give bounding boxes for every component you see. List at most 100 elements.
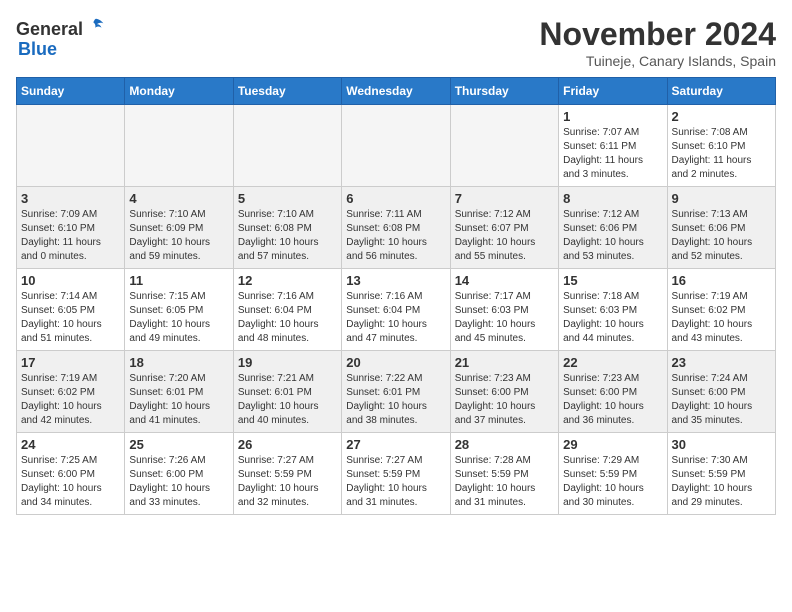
day-info: Sunrise: 7:08 AM Sunset: 6:10 PM Dayligh… <box>672 126 771 182</box>
day-info: Sunrise: 7:30 AM Sunset: 5:59 PM Dayligh… <box>672 454 771 510</box>
day-cell: 23 Sunrise: 7:24 AM Sunset: 6:00 PM Dayli… <box>667 351 775 433</box>
day-number: 4 <box>129 191 228 206</box>
day-cell: 18 Sunrise: 7:20 AM Sunset: 6:01 PM Dayli… <box>125 351 233 433</box>
day-info: Sunrise: 7:11 AM Sunset: 6:08 PM Dayligh… <box>346 208 445 264</box>
column-header-monday: Monday <box>125 78 233 105</box>
day-number: 2 <box>672 109 771 124</box>
logo-blue: Blue <box>18 39 57 60</box>
day-number: 19 <box>238 355 337 370</box>
week-row-2: 3 Sunrise: 7:09 AM Sunset: 6:10 PM Daylig… <box>17 187 776 269</box>
day-number: 5 <box>238 191 337 206</box>
day-cell: 9Sunrise: 7:13 AM Sunset: 6:06 PM Daylig… <box>667 187 775 269</box>
day-cell: 16Sunrise: 7:19 AM Sunset: 6:02 PM Dayli… <box>667 269 775 351</box>
day-cell: 28Sunrise: 7:28 AM Sunset: 5:59 PM Dayli… <box>450 433 558 515</box>
day-cell: 19 Sunrise: 7:21 AM Sunset: 6:01 PM Dayli… <box>233 351 341 433</box>
logo: General Blue <box>16 16 107 60</box>
day-info: Sunrise: 7:22 AM Sunset: 6:01 PM Dayligh… <box>346 372 445 428</box>
day-number: 1 <box>563 109 662 124</box>
day-info: Sunrise: 7:12 AM Sunset: 6:06 PM Dayligh… <box>563 208 662 264</box>
column-header-thursday: Thursday <box>450 78 558 105</box>
day-number: 24 <box>21 437 120 452</box>
day-cell: 4Sunrise: 7:10 AM Sunset: 6:09 PM Daylig… <box>125 187 233 269</box>
day-info: Sunrise: 7:25 AM Sunset: 6:00 PM Dayligh… <box>21 454 120 510</box>
day-number: 23 <box>672 355 771 370</box>
day-info: Sunrise: 7:19 AM Sunset: 6:02 PM Dayligh… <box>21 372 120 428</box>
day-number: 18 <box>129 355 228 370</box>
day-cell: 29Sunrise: 7:29 AM Sunset: 5:59 PM Dayli… <box>559 433 667 515</box>
day-cell: 24 Sunrise: 7:25 AM Sunset: 6:00 PM Dayli… <box>17 433 125 515</box>
day-number: 20 <box>346 355 445 370</box>
day-number: 17 <box>21 355 120 370</box>
day-info: Sunrise: 7:24 AM Sunset: 6:00 PM Dayligh… <box>672 372 771 428</box>
day-info: Sunrise: 7:15 AM Sunset: 6:05 PM Dayligh… <box>129 290 228 346</box>
day-number: 21 <box>455 355 554 370</box>
column-header-saturday: Saturday <box>667 78 775 105</box>
location: Tuineje, Canary Islands, Spain <box>539 53 776 69</box>
day-info: Sunrise: 7:23 AM Sunset: 6:00 PM Dayligh… <box>455 372 554 428</box>
day-cell <box>342 105 450 187</box>
page-header: General Blue November 2024 Tuineje, Cana… <box>16 16 776 69</box>
day-info: Sunrise: 7:19 AM Sunset: 6:02 PM Dayligh… <box>672 290 771 346</box>
day-cell: 2 Sunrise: 7:08 AM Sunset: 6:10 PM Daylig… <box>667 105 775 187</box>
week-row-3: 10Sunrise: 7:14 AM Sunset: 6:05 PM Dayli… <box>17 269 776 351</box>
month-title: November 2024 <box>539 16 776 53</box>
day-number: 9 <box>672 191 771 206</box>
day-cell <box>17 105 125 187</box>
day-info: Sunrise: 7:09 AM Sunset: 6:10 PM Dayligh… <box>21 208 120 264</box>
day-cell: 22 Sunrise: 7:23 AM Sunset: 6:00 PM Dayli… <box>559 351 667 433</box>
day-number: 3 <box>21 191 120 206</box>
day-cell: 6 Sunrise: 7:11 AM Sunset: 6:08 PM Daylig… <box>342 187 450 269</box>
day-info: Sunrise: 7:18 AM Sunset: 6:03 PM Dayligh… <box>563 290 662 346</box>
day-cell <box>125 105 233 187</box>
day-info: Sunrise: 7:23 AM Sunset: 6:00 PM Dayligh… <box>563 372 662 428</box>
day-info: Sunrise: 7:20 AM Sunset: 6:01 PM Dayligh… <box>129 372 228 428</box>
day-info: Sunrise: 7:14 AM Sunset: 6:05 PM Dayligh… <box>21 290 120 346</box>
day-info: Sunrise: 7:17 AM Sunset: 6:03 PM Dayligh… <box>455 290 554 346</box>
day-cell: 10Sunrise: 7:14 AM Sunset: 6:05 PM Dayli… <box>17 269 125 351</box>
day-cell: 13Sunrise: 7:16 AM Sunset: 6:04 PM Dayli… <box>342 269 450 351</box>
day-number: 14 <box>455 273 554 288</box>
day-cell: 25Sunrise: 7:26 AM Sunset: 6:00 PM Dayli… <box>125 433 233 515</box>
day-cell: 1Sunrise: 7:07 AM Sunset: 6:11 PM Daylig… <box>559 105 667 187</box>
column-header-sunday: Sunday <box>17 78 125 105</box>
day-info: Sunrise: 7:16 AM Sunset: 6:04 PM Dayligh… <box>346 290 445 346</box>
week-row-4: 17 Sunrise: 7:19 AM Sunset: 6:02 PM Dayli… <box>17 351 776 433</box>
day-info: Sunrise: 7:12 AM Sunset: 6:07 PM Dayligh… <box>455 208 554 264</box>
column-header-wednesday: Wednesday <box>342 78 450 105</box>
day-number: 26 <box>238 437 337 452</box>
day-cell: 21 Sunrise: 7:23 AM Sunset: 6:00 PM Dayli… <box>450 351 558 433</box>
week-row-5: 24 Sunrise: 7:25 AM Sunset: 6:00 PM Dayli… <box>17 433 776 515</box>
column-header-tuesday: Tuesday <box>233 78 341 105</box>
day-number: 11 <box>129 273 228 288</box>
day-cell: 15 Sunrise: 7:18 AM Sunset: 6:03 PM Dayli… <box>559 269 667 351</box>
day-number: 6 <box>346 191 445 206</box>
day-info: Sunrise: 7:27 AM Sunset: 5:59 PM Dayligh… <box>238 454 337 510</box>
day-cell: 27Sunrise: 7:27 AM Sunset: 5:59 PM Dayli… <box>342 433 450 515</box>
day-number: 12 <box>238 273 337 288</box>
day-cell: 12 Sunrise: 7:16 AM Sunset: 6:04 PM Dayli… <box>233 269 341 351</box>
day-info: Sunrise: 7:28 AM Sunset: 5:59 PM Dayligh… <box>455 454 554 510</box>
logo-general: General <box>16 19 83 40</box>
day-number: 25 <box>129 437 228 452</box>
day-number: 15 <box>563 273 662 288</box>
day-cell: 5Sunrise: 7:10 AM Sunset: 6:08 PM Daylig… <box>233 187 341 269</box>
day-number: 7 <box>455 191 554 206</box>
day-info: Sunrise: 7:21 AM Sunset: 6:01 PM Dayligh… <box>238 372 337 428</box>
day-cell: 20 Sunrise: 7:22 AM Sunset: 6:01 PM Dayli… <box>342 351 450 433</box>
day-cell: 3 Sunrise: 7:09 AM Sunset: 6:10 PM Daylig… <box>17 187 125 269</box>
day-cell: 26 Sunrise: 7:27 AM Sunset: 5:59 PM Dayli… <box>233 433 341 515</box>
day-cell: 30Sunrise: 7:30 AM Sunset: 5:59 PM Dayli… <box>667 433 775 515</box>
week-row-1: 1Sunrise: 7:07 AM Sunset: 6:11 PM Daylig… <box>17 105 776 187</box>
day-number: 29 <box>563 437 662 452</box>
calendar-table: SundayMondayTuesdayWednesdayThursdayFrid… <box>16 77 776 515</box>
day-info: Sunrise: 7:16 AM Sunset: 6:04 PM Dayligh… <box>238 290 337 346</box>
day-cell <box>450 105 558 187</box>
day-number: 22 <box>563 355 662 370</box>
day-number: 8 <box>563 191 662 206</box>
day-cell: 8 Sunrise: 7:12 AM Sunset: 6:06 PM Daylig… <box>559 187 667 269</box>
day-cell <box>233 105 341 187</box>
day-cell: 17 Sunrise: 7:19 AM Sunset: 6:02 PM Dayli… <box>17 351 125 433</box>
logo-bird-icon <box>85 16 107 38</box>
day-info: Sunrise: 7:27 AM Sunset: 5:59 PM Dayligh… <box>346 454 445 510</box>
day-cell: 14 Sunrise: 7:17 AM Sunset: 6:03 PM Dayli… <box>450 269 558 351</box>
